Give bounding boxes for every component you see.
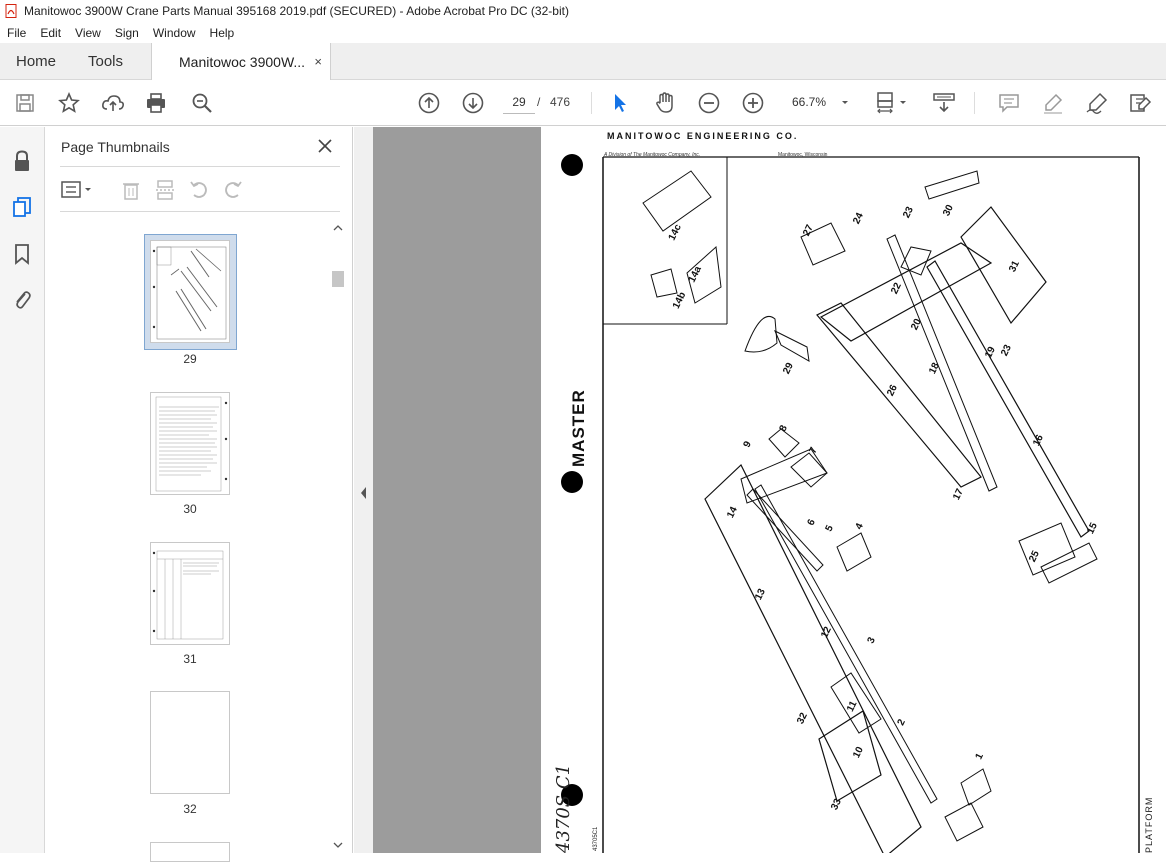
thumbnail-label-31: 31 <box>183 652 197 666</box>
panel-title: Page Thumbnails <box>61 139 170 155</box>
highlight-pen-icon[interactable] <box>1041 91 1065 115</box>
bookmark-icon[interactable] <box>10 242 34 266</box>
page-thumbnails-panel: Page Thumbnails 29 30 31 32 <box>46 127 353 862</box>
main-toolbar: / 476 66.7% <box>0 80 1166 126</box>
title-bar: Manitowoc 3900W Crane Parts Manual 39516… <box>0 0 1166 22</box>
panel-divider <box>60 211 340 212</box>
sign-pen-icon[interactable] <box>1085 91 1109 115</box>
close-icon[interactable] <box>316 137 334 155</box>
comment-icon[interactable] <box>997 91 1021 115</box>
select-cursor-icon[interactable] <box>608 91 632 115</box>
delete-trash-icon[interactable] <box>120 179 142 206</box>
thumbnail-page-29[interactable] <box>150 240 230 343</box>
page-display-fit-icon[interactable] <box>875 91 909 115</box>
zoom-in-icon[interactable] <box>741 91 765 115</box>
page-total: 476 <box>550 95 571 109</box>
panel-divider <box>60 166 340 167</box>
menu-help[interactable]: Help <box>203 26 242 40</box>
page-separator: / <box>537 95 541 109</box>
toolbar-divider <box>974 92 975 114</box>
hand-tool-icon[interactable] <box>653 91 677 115</box>
thumbnail-page-32[interactable] <box>150 691 230 794</box>
zoom-level-dropdown[interactable]: 66.7% <box>784 90 854 114</box>
thumbnail-page-33[interactable] <box>150 842 230 862</box>
options-menu-icon[interactable] <box>60 179 96 206</box>
left-navigation-rail <box>0 127 45 853</box>
rotate-clockwise-icon[interactable] <box>222 179 244 206</box>
next-page-icon[interactable] <box>461 91 485 115</box>
rotate-counterclockwise-icon[interactable] <box>188 179 210 206</box>
lock-icon[interactable] <box>10 149 34 173</box>
exploded-parts-drawing <box>602 156 1140 853</box>
acrobat-pdf-icon <box>4 4 18 18</box>
attachment-paperclip-icon[interactable] <box>10 287 34 311</box>
menu-bar: File Edit View Sign Window Help <box>0 22 1166 43</box>
scroll-mode-icon[interactable] <box>932 91 956 115</box>
page-number-input[interactable] <box>503 90 535 114</box>
menu-edit[interactable]: Edit <box>33 26 68 40</box>
tab-document[interactable]: Manitowoc 3900W... × <box>151 43 331 80</box>
menu-window[interactable]: Window <box>146 26 203 40</box>
thumbnail-label-32: 32 <box>183 802 197 816</box>
window-title: Manitowoc 3900W Crane Parts Manual 39516… <box>24 4 569 18</box>
tab-tools[interactable]: Tools <box>88 53 123 70</box>
zoom-search-icon[interactable] <box>190 91 214 115</box>
page-thumbnails-icon[interactable] <box>10 195 34 219</box>
menu-view[interactable]: View <box>68 26 108 40</box>
pdf-page: MANITOWOC ENGINEERING CO. A Division of … <box>541 127 1166 853</box>
tab-document-label: Manitowoc 3900W... <box>179 53 306 70</box>
thumbnail-label-29: 29 <box>183 352 197 366</box>
chevron-down-icon <box>840 96 850 110</box>
thumbnail-scrollbar[interactable] <box>331 219 345 853</box>
thumbnail-label-30: 30 <box>183 502 197 516</box>
thumbnail-toolbar <box>60 177 340 203</box>
bookmark-star-icon[interactable] <box>57 91 81 115</box>
menu-sign[interactable]: Sign <box>108 26 146 40</box>
save-icon[interactable] <box>13 91 37 115</box>
zoom-out-icon[interactable] <box>697 91 721 115</box>
tab-bar: Home Tools Manitowoc 3900W... × <box>0 43 1166 80</box>
collapse-panel-arrow-icon[interactable] <box>354 127 373 853</box>
edit-pdf-icon[interactable] <box>1128 91 1152 115</box>
insert-page-icon[interactable] <box>154 179 176 206</box>
tab-home[interactable]: Home <box>16 53 56 70</box>
toolbar-divider <box>591 92 592 114</box>
tab-close-button[interactable]: × <box>314 54 322 69</box>
print-icon[interactable] <box>144 91 168 115</box>
thumbnail-page-31[interactable] <box>150 542 230 645</box>
menu-file[interactable]: File <box>0 26 33 40</box>
previous-page-icon[interactable] <box>417 91 441 115</box>
zoom-level-value: 66.7% <box>792 95 827 109</box>
thumbnail-page-30[interactable] <box>150 392 230 495</box>
panel-splitter[interactable] <box>354 127 373 853</box>
document-view[interactable]: MANITOWOC ENGINEERING CO. A Division of … <box>373 127 1166 853</box>
upload-cloud-icon[interactable] <box>101 91 125 115</box>
